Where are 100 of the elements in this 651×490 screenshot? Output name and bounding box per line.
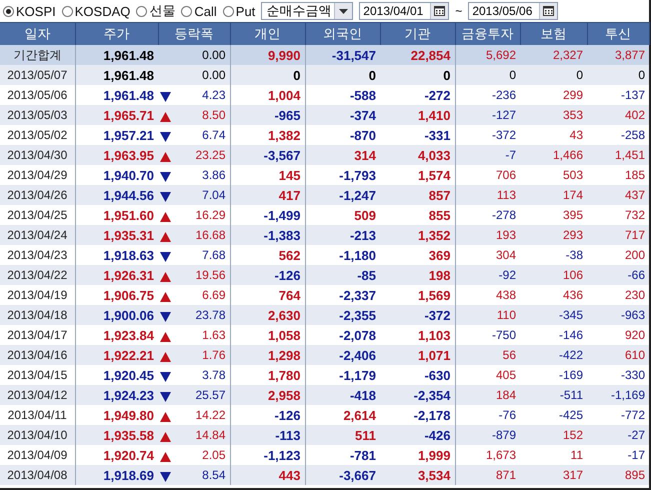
- flow-cell: 732: [587, 205, 649, 225]
- flow-cell: 11: [520, 445, 587, 465]
- column-header[interactable]: 개인: [230, 22, 305, 45]
- flow-cell: -3,667: [305, 465, 380, 485]
- flow-cell: 871: [455, 465, 520, 485]
- flow-cell: -772: [587, 405, 649, 425]
- flow-cell: 610: [587, 345, 649, 365]
- change-value: 23.78: [195, 308, 226, 322]
- flow-cell: 0: [520, 65, 587, 85]
- flow-cell: 193: [455, 225, 520, 245]
- change-value: 0.00: [202, 68, 226, 82]
- flow-cell: -511: [520, 385, 587, 405]
- flow-cell: 436: [520, 285, 587, 305]
- column-header[interactable]: 등락폭: [158, 22, 230, 45]
- flow-cell: 174: [520, 185, 587, 205]
- price-cell: 1,922.21: [75, 345, 158, 365]
- market-radio[interactable]: KOSPI: [3, 4, 56, 18]
- flow-cell: 184: [455, 385, 520, 405]
- market-radio[interactable]: KOSDAQ: [62, 4, 130, 18]
- range-separator: ~: [455, 4, 462, 18]
- flow-cell: 717: [587, 225, 649, 245]
- change-value: 4.23: [202, 88, 226, 102]
- flow-cell: -1,169: [587, 385, 649, 405]
- flow-cell: 317: [520, 465, 587, 485]
- column-header[interactable]: 보험: [520, 22, 587, 45]
- price-cell: 1,965.71: [75, 105, 158, 125]
- flow-cell: -345: [520, 305, 587, 325]
- price-cell: 1,920.74: [75, 445, 158, 465]
- flow-cell: 353: [520, 105, 587, 125]
- market-radio[interactable]: 선물: [136, 2, 176, 20]
- change-value: 1.63: [202, 328, 226, 342]
- flow-cell: -17: [587, 445, 649, 465]
- flow-cell: -2,406: [305, 345, 380, 365]
- flow-cell: 3,877: [587, 45, 649, 65]
- change-value: 25.57: [195, 388, 226, 402]
- flow-cell: 437: [587, 185, 649, 205]
- change-value: 8.54: [202, 468, 226, 482]
- flow-cell: 5,692: [455, 45, 520, 65]
- flow-cell: -2,337: [305, 285, 380, 305]
- change-value: 16.29: [195, 208, 226, 222]
- end-date-field[interactable]: 2013/05/06: [468, 2, 558, 20]
- flow-cell: 299: [520, 85, 587, 105]
- flow-cell: 405: [455, 365, 520, 385]
- flow-cell: -278: [455, 205, 520, 225]
- flow-cell: -137: [587, 85, 649, 105]
- column-header[interactable]: 기관: [380, 22, 455, 45]
- column-header[interactable]: 외국인: [305, 22, 380, 45]
- column-header[interactable]: 투신: [587, 22, 649, 45]
- flow-cell: 395: [520, 205, 587, 225]
- price-cell: 1,918.63: [75, 245, 158, 265]
- column-header[interactable]: 금융투자: [455, 22, 520, 45]
- change-value: 3.86: [202, 168, 226, 182]
- flow-cell: 106: [520, 265, 587, 285]
- flow-cell: -169: [520, 365, 587, 385]
- change-value: 7.04: [202, 188, 226, 202]
- price-cell: 1,900.06: [75, 305, 158, 325]
- change-value: 14.22: [195, 408, 226, 422]
- flow-cell: 920: [587, 325, 649, 345]
- flow-cell: 1,466: [520, 145, 587, 165]
- flow-cell: -870: [305, 125, 380, 145]
- change-value: 1.76: [202, 348, 226, 362]
- start-date-field[interactable]: 2013/04/01: [359, 2, 450, 20]
- price-cell: 1,918.69: [75, 465, 158, 485]
- flow-cell: -1,180: [305, 245, 380, 265]
- flow-cell: 2,614: [305, 405, 380, 425]
- change-value: 16.68: [195, 228, 226, 242]
- column-header[interactable]: 주가: [75, 22, 158, 45]
- flow-cell: -422: [520, 345, 587, 365]
- price-cell: 1,961.48: [75, 65, 158, 85]
- flow-cell: -127: [455, 105, 520, 125]
- price-cell: 1,920.45: [75, 365, 158, 385]
- column-header[interactable]: 일자: [0, 22, 75, 45]
- flow-cell: 113: [455, 185, 520, 205]
- change-value: 6.69: [202, 288, 226, 302]
- change-value: 23.25: [195, 148, 226, 162]
- flow-cell: -1,247: [305, 185, 380, 205]
- price-cell: 1,940.70: [75, 165, 158, 185]
- price-cell: 1,957.21: [75, 125, 158, 145]
- date-cell: 2013/04/08: [0, 465, 75, 485]
- change-value: 14.84: [195, 428, 226, 442]
- market-radio[interactable]: Put: [222, 4, 256, 18]
- flow-cell: -146: [520, 325, 587, 345]
- flow-cell: 2,327: [520, 45, 587, 65]
- flow-cell: -374: [305, 105, 380, 125]
- flow-cell: -76: [455, 405, 520, 425]
- price-cell: 1,963.95: [75, 145, 158, 165]
- flow-cell: 895: [587, 465, 649, 485]
- flow-cell: 503: [520, 165, 587, 185]
- flow-cell: -781: [305, 445, 380, 465]
- flow-cell: 511: [305, 425, 380, 445]
- price-cell: 1,944.56: [75, 185, 158, 205]
- measure-dropdown[interactable]: 순매수금액: [261, 2, 354, 20]
- flow-cell: 230: [587, 285, 649, 305]
- market-radio[interactable]: Call: [181, 4, 217, 18]
- flow-cell: 1,451: [587, 145, 649, 165]
- change-value: 6.74: [202, 128, 226, 142]
- flow-cell: -31,547: [305, 45, 380, 65]
- flow-cell: -92: [455, 265, 520, 285]
- flow-cell: 185: [587, 165, 649, 185]
- price-cell: 1,906.75: [75, 285, 158, 305]
